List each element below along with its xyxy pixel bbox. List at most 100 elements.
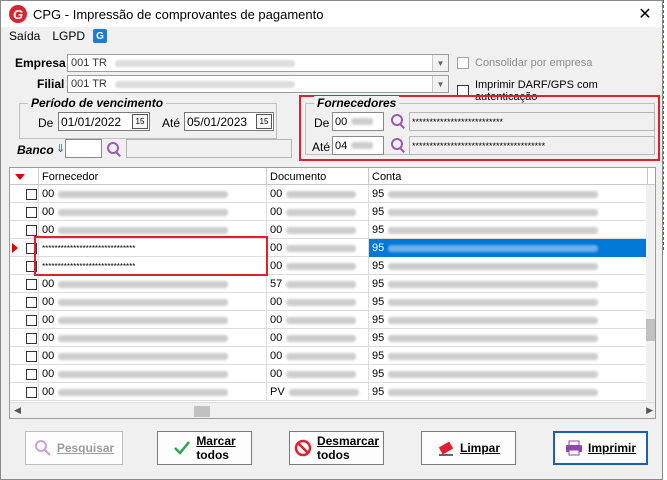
col-fornecedor[interactable]: Fornecedor — [39, 168, 267, 185]
cell-documento-text: 00 — [270, 332, 283, 344]
cell-fornecedor-text: 00 — [42, 278, 55, 290]
calendar-icon[interactable]: 15 — [256, 114, 272, 129]
cell-documento: 00 — [267, 221, 369, 239]
redacted-text — [58, 208, 229, 216]
cell-conta-text: 95 — [372, 206, 385, 218]
scroll-thumb[interactable] — [194, 406, 210, 417]
redacted-text — [286, 298, 357, 306]
table-row[interactable]: 00 00 95 — [10, 329, 648, 347]
row-checkbox[interactable] — [26, 368, 37, 380]
vertical-scrollbar[interactable] — [646, 185, 655, 403]
marcar-label-line1: Marcar — [196, 434, 236, 448]
col-conta[interactable]: Conta — [369, 168, 648, 185]
redacted-text — [286, 280, 357, 288]
payments-grid: Fornecedor Documento Conta 00 00 95 00 00 95 0… — [9, 167, 656, 419]
col-documento[interactable]: Documento — [267, 168, 369, 185]
app-shortcut-icon[interactable]: G — [93, 29, 108, 43]
row-select-cell[interactable] — [10, 347, 39, 365]
row-checkbox[interactable] — [26, 188, 37, 200]
imprimir-label: Imprimir — [587, 441, 636, 455]
periodo-ate-input[interactable]: 05/01/2023 15 — [184, 112, 274, 131]
filial-select[interactable]: 001 TR ▼ — [67, 75, 449, 93]
limpar-button[interactable]: Limpar — [421, 431, 516, 465]
search-icon[interactable] — [106, 141, 122, 157]
close-button[interactable]: ✕ — [634, 3, 656, 25]
cell-documento: PV — [267, 383, 369, 401]
redacted-text — [388, 226, 599, 234]
cell-documento: 00 — [267, 347, 369, 365]
row-select-cell[interactable] — [10, 365, 39, 383]
periodo-de-input[interactable]: 01/01/2022 15 — [58, 112, 150, 131]
row-select-cell[interactable] — [10, 383, 39, 401]
row-checkbox[interactable] — [26, 314, 37, 326]
row-checkbox[interactable] — [26, 350, 37, 362]
row-checkbox[interactable] — [26, 206, 37, 218]
row-checkbox[interactable] — [26, 224, 37, 236]
forn-ate-code-input[interactable]: 04 — [332, 136, 384, 155]
cell-documento-text: 00 — [270, 296, 283, 308]
imprimir-button[interactable]: Imprimir — [553, 431, 648, 465]
row-select-cell[interactable] — [10, 275, 39, 293]
search-icon[interactable] — [390, 113, 406, 129]
row-checkbox[interactable] — [26, 332, 37, 344]
arrow-down-icon: ⇓ — [56, 143, 66, 155]
menu-lgpd[interactable]: LGPD — [52, 29, 85, 43]
row-select-cell[interactable] — [10, 329, 39, 347]
scroll-thumb[interactable] — [646, 319, 655, 341]
checkbox-box[interactable] — [457, 57, 469, 69]
fornecedores-title: Fornecedores — [314, 96, 400, 110]
cell-documento: 00 — [267, 185, 369, 203]
chevron-down-icon[interactable]: ▼ — [432, 55, 448, 71]
desmarcar-todos-button[interactable]: Desmarcar todos — [289, 431, 384, 465]
consolidar-checkbox[interactable]: Consolidar por empresa — [457, 57, 592, 69]
table-row[interactable]: 00 00 95 — [10, 185, 648, 203]
forn-de-code-input[interactable]: 00 — [332, 112, 384, 131]
cell-conta-text: 95 — [372, 260, 385, 272]
table-row[interactable]: 00 00 95 — [10, 365, 648, 383]
banco-name-field — [126, 139, 292, 158]
filial-redacted — [114, 80, 295, 88]
redacted-text — [58, 190, 229, 198]
cell-documento: 00 — [267, 239, 369, 257]
cell-conta: 95 — [369, 275, 648, 293]
pesquisar-button[interactable]: Pesquisar — [25, 431, 123, 465]
table-row[interactable]: 00 00 95 — [10, 293, 648, 311]
sort-indicator[interactable] — [10, 168, 39, 185]
periodo-de-label: De — [38, 116, 54, 130]
row-select-cell[interactable] — [10, 293, 39, 311]
banco-label: Banco — [17, 143, 54, 157]
marcar-todos-button[interactable]: Marcar todos — [157, 431, 252, 465]
scroll-left-icon[interactable]: ◀ — [14, 405, 21, 416]
redacted-text — [288, 388, 359, 396]
chevron-down-icon[interactable]: ▼ — [432, 76, 448, 92]
redacted-text — [58, 316, 229, 324]
table-row[interactable]: 00 PV 95 — [10, 383, 648, 401]
cell-fornecedor-text: 00 — [42, 314, 55, 326]
search-icon[interactable] — [390, 137, 406, 153]
table-row[interactable]: 00 00 95 — [10, 203, 648, 221]
banco-code-input[interactable] — [65, 139, 102, 158]
cell-fornecedor-text: 00 — [42, 350, 55, 362]
calendar-icon[interactable]: 15 — [132, 114, 148, 129]
cell-documento-text: 00 — [270, 350, 283, 362]
eraser-icon — [437, 439, 455, 457]
scroll-right-icon[interactable]: ▶ — [646, 405, 653, 416]
table-row[interactable]: 00 00 95 — [10, 311, 648, 329]
forn-ate-label: Até — [312, 140, 331, 154]
horizontal-scrollbar[interactable]: ◀ ▶ — [10, 402, 655, 418]
redacted-text — [388, 352, 599, 360]
forn-ate-code: 04 — [335, 139, 348, 152]
cell-documento-text: 00 — [270, 368, 283, 380]
empresa-select[interactable]: 001 TR ▼ — [67, 54, 449, 72]
row-select-cell[interactable] — [10, 311, 39, 329]
table-row[interactable]: 00 57 95 — [10, 275, 648, 293]
table-row[interactable]: 00 00 95 — [10, 347, 648, 365]
row-checkbox[interactable] — [26, 386, 37, 398]
row-select-cell[interactable] — [10, 185, 39, 203]
cell-documento: 00 — [267, 329, 369, 347]
row-checkbox[interactable] — [26, 296, 37, 308]
row-select-cell[interactable] — [10, 203, 39, 221]
menu-saida[interactable]: Saída — [9, 29, 40, 43]
cell-fornecedor-text: 00 — [42, 224, 55, 236]
row-checkbox[interactable] — [26, 278, 37, 290]
